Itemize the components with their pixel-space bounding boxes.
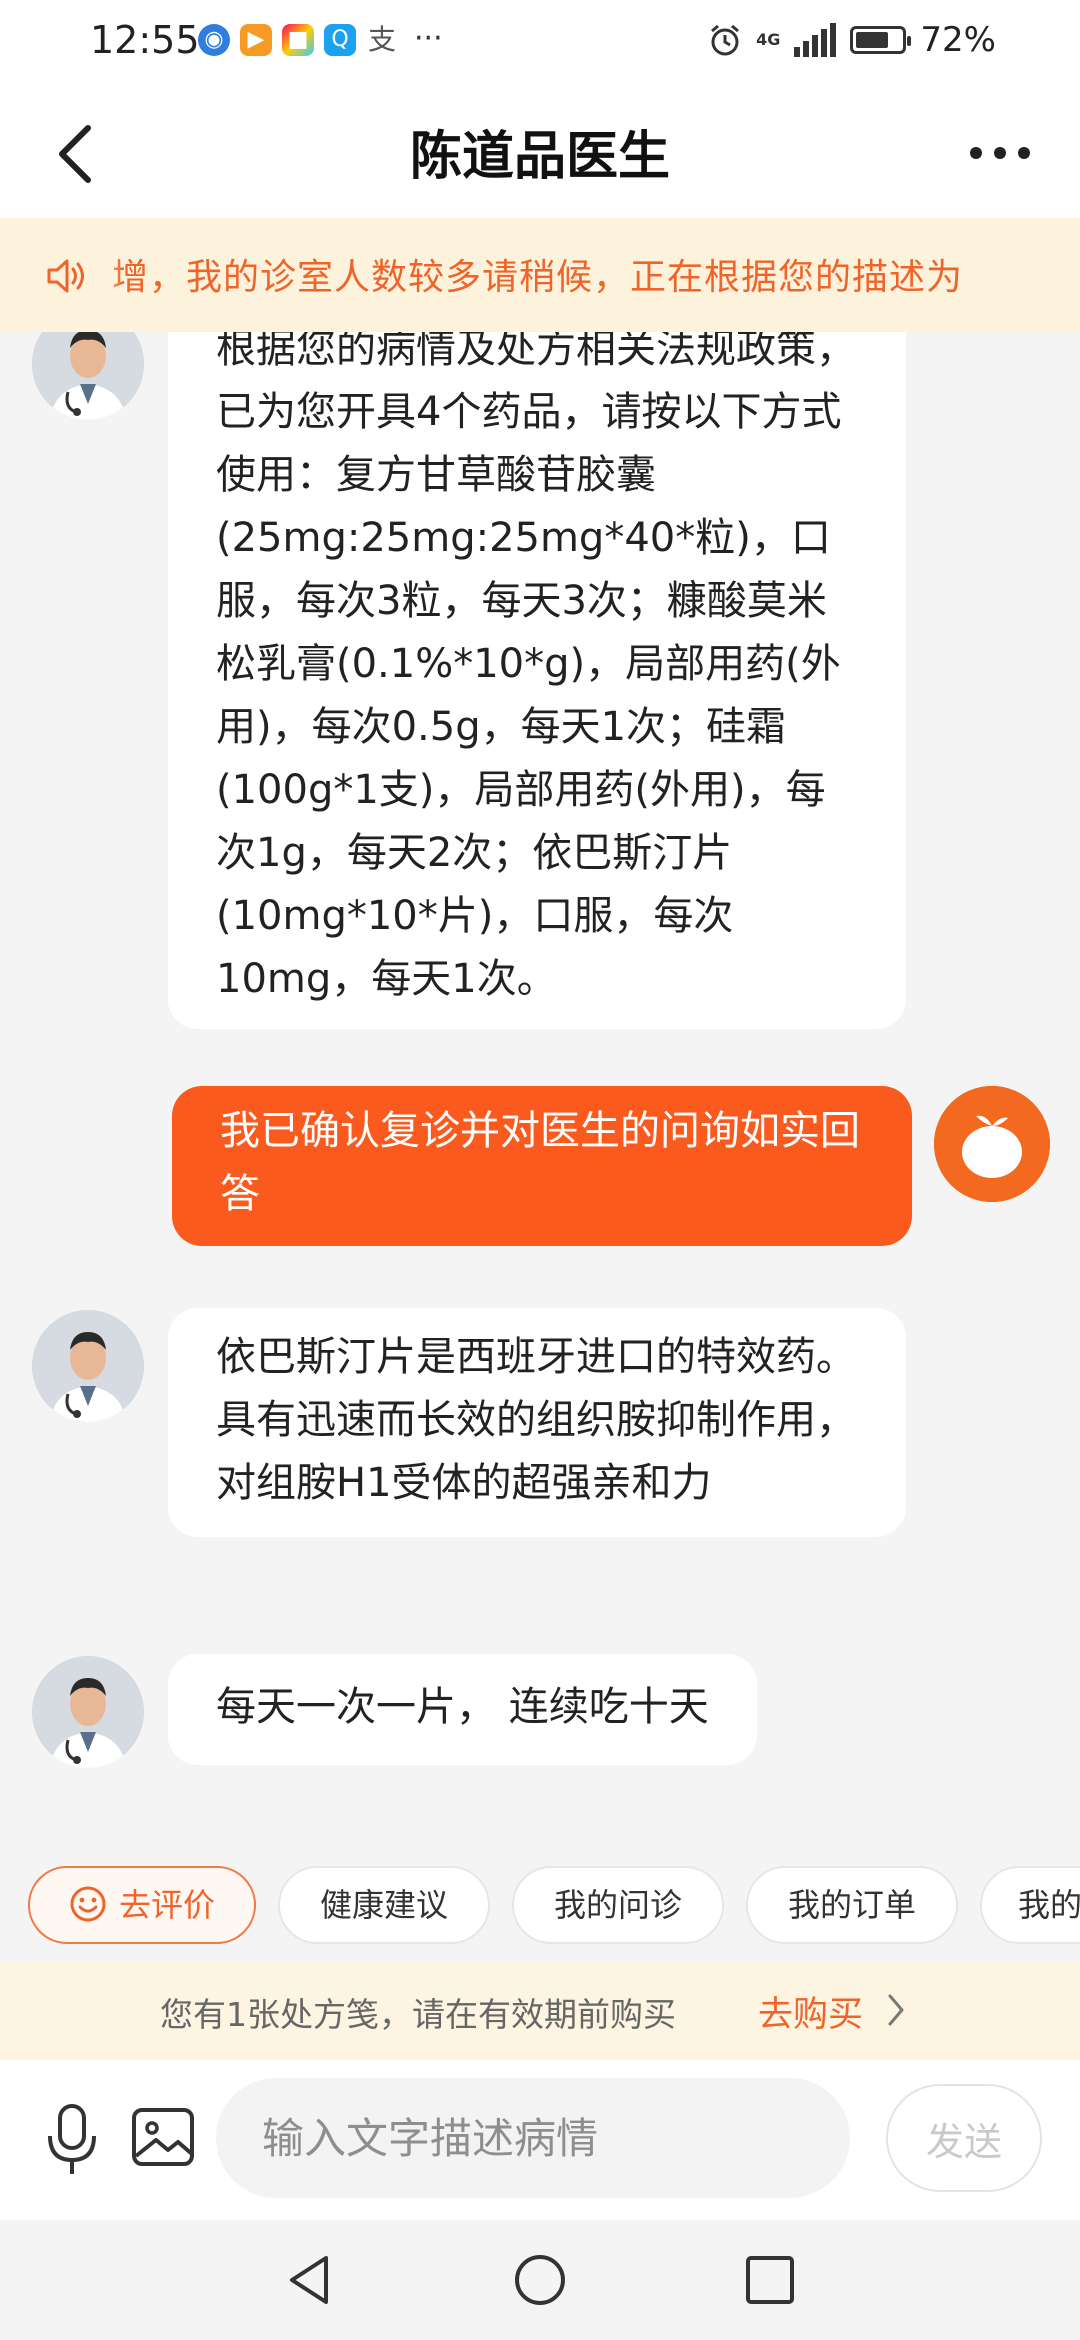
user-avatar[interactable]	[934, 1086, 1050, 1202]
notice-text: 增，我的诊室人数较多请稍候，正在根据您的描述为	[112, 257, 964, 298]
page-title: 陈道品医生	[409, 127, 670, 187]
alipay-app-icon: 支	[367, 23, 396, 56]
battery-percent: 72%	[920, 20, 996, 60]
chat-header: 陈道品医生	[0, 84, 1080, 218]
nav-home-icon[interactable]	[510, 2250, 570, 2310]
more-options-button[interactable]	[960, 128, 1040, 178]
battery-icon	[850, 26, 912, 54]
battery-level	[856, 32, 889, 48]
doctor-avatar[interactable]	[32, 1656, 144, 1768]
health-advice-chip[interactable]: 健康建议	[278, 1866, 490, 1944]
alarm-icon	[711, 24, 740, 56]
message-input[interactable]	[216, 2078, 850, 2198]
my-consultations-chip[interactable]: 我的问诊	[512, 1866, 724, 1944]
notice-banner: 增，我的诊室人数较多请稍候，正在根据您的描述为	[0, 218, 1080, 332]
chevron-right-icon	[888, 1994, 904, 2026]
notice-fade	[96, 218, 122, 332]
notification-icons: ◉ ▶ ■ Q 支 ···	[198, 24, 443, 56]
video-app-icon: ▶	[240, 24, 272, 56]
prescription-text: 您有1张处方笺，请在有效期前购买	[160, 1995, 676, 2034]
browser-app-icon: ◉	[198, 24, 230, 56]
rate-doctor-chip[interactable]: 去评价	[28, 1866, 256, 1944]
store-app-icon: ■	[282, 24, 314, 56]
chip-label: 去评价	[118, 1886, 215, 1924]
image-upload-button[interactable]	[130, 2104, 196, 2170]
doctor-message: 每天一次一片， 连续吃十天	[168, 1654, 757, 1765]
message-text: 根据您的病情及处方相关法规政策，已为您开具4个药品，请按以下方式使用：复方甘草酸…	[216, 332, 856, 1002]
nav-back-icon[interactable]	[280, 2250, 340, 2310]
more-notifications-icon: ···	[414, 21, 443, 56]
message-text: 每天一次一片， 连续吃十天	[216, 1684, 709, 1730]
my-more-chip[interactable]: 我的	[980, 1866, 1080, 1944]
voice-input-button[interactable]	[40, 2100, 104, 2180]
signal-icon	[794, 23, 837, 57]
doctor-message: 依巴斯汀片是西班牙进口的特效药。具有迅速而长效的组织胺抑制作用，对组胺H1受体的…	[168, 1308, 906, 1537]
network-type: 4G	[756, 30, 781, 49]
user-message: 我已确认复诊并对医生的问询如实回答	[172, 1086, 912, 1246]
doctor-avatar[interactable]	[32, 332, 144, 420]
chip-label: 健康建议	[319, 1886, 448, 1924]
prescription-bar[interactable]: 您有1张处方笺，请在有效期前购买 去购买	[0, 1962, 1080, 2060]
chip-label: 我的	[1018, 1886, 1080, 1924]
quick-actions: 去评价 健康建议 我的问诊 我的订单 我的	[0, 1860, 1080, 1960]
doctor-message: 根据您的病情及处方相关法规政策，已为您开具4个药品，请按以下方式使用：复方甘草酸…	[168, 332, 906, 1029]
smile-icon	[70, 1886, 106, 1922]
chip-label: 我的订单	[787, 1886, 916, 1924]
chip-label: 我的问诊	[553, 1886, 682, 1924]
buy-link[interactable]: 去购买	[758, 1986, 863, 2037]
message-text: 我已确认复诊并对医生的问询如实回答	[220, 1108, 860, 1217]
status-time: 12:55	[90, 18, 200, 62]
input-bar: 发送	[0, 2060, 1080, 2220]
my-orders-chip[interactable]: 我的订单	[746, 1866, 958, 1944]
system-nav-bar	[0, 2220, 1080, 2340]
search-app-icon: Q	[324, 24, 356, 56]
speaker-icon	[47, 259, 84, 293]
status-bar: 12:55 ◉ ▶ ■ Q 支 ··· 4G 72%	[0, 0, 1080, 84]
doctor-avatar[interactable]	[32, 1310, 144, 1422]
nav-recents-icon[interactable]	[740, 2250, 800, 2310]
chat-area[interactable]: 根据您的病情及处方相关法规政策，已为您开具4个药品，请按以下方式使用：复方甘草酸…	[0, 332, 1080, 1860]
send-button[interactable]: 发送	[886, 2084, 1042, 2192]
message-text: 依巴斯汀片是西班牙进口的特效药。具有迅速而长效的组织胺抑制作用，对组胺H1受体的…	[216, 1334, 856, 1506]
